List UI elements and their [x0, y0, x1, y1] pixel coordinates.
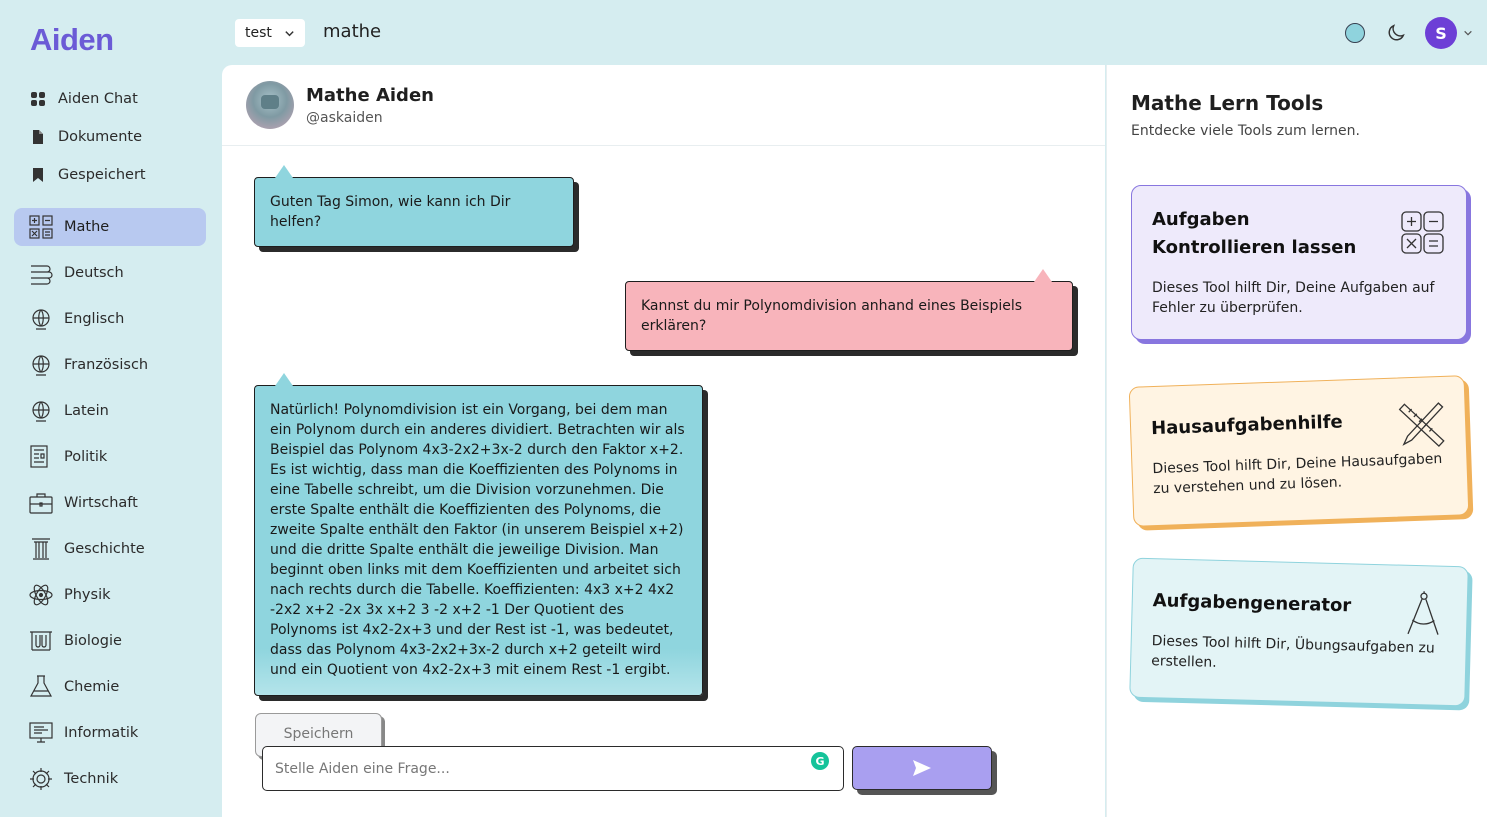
app-logo[interactable]: Aiden — [30, 22, 114, 58]
chat-input-wrapper[interactable]: G — [262, 746, 844, 791]
moon-icon[interactable] — [1385, 22, 1407, 44]
card-title: Aufgabengenerator — [1152, 590, 1352, 617]
compass-icon — [1407, 591, 1439, 635]
lab-icon — [30, 631, 52, 651]
user-avatar[interactable]: S — [1425, 17, 1457, 49]
subject-informatik[interactable]: Informatik — [14, 714, 206, 752]
status-indicator[interactable] — [1345, 23, 1365, 43]
subject-mathe[interactable]: Mathe — [14, 208, 206, 246]
tools-panel: Mathe Lern Tools Entdecke viele Tools zu… — [1106, 65, 1487, 817]
card-title: Aufgaben Kontrollieren lassen — [1152, 209, 1357, 258]
subject-label: Englisch — [64, 311, 125, 327]
chat-input[interactable] — [275, 760, 795, 777]
gear-icon — [30, 768, 52, 790]
subject-chemie[interactable]: Chemie — [14, 668, 206, 706]
subject-technik[interactable]: Technik — [14, 760, 206, 798]
briefcase-icon — [29, 493, 53, 514]
chevron-down-icon[interactable] — [1463, 28, 1473, 38]
subject-label: Wirtschaft — [64, 495, 138, 511]
bot-name: Mathe Aiden — [306, 84, 434, 106]
subject-franzoesisch[interactable]: Französisch — [14, 346, 206, 384]
flask-icon — [29, 675, 53, 697]
bot-avatar — [246, 81, 294, 129]
tools-subtitle: Entdecke viele Tools zum lernen. — [1131, 123, 1360, 139]
page-title: mathe — [323, 21, 382, 42]
chat-panel: Mathe Aiden @askaiden Guten Tag Simon, w… — [222, 65, 1105, 817]
tool-card-hausaufgabenhilfe[interactable]: Hausaufgabenhilfe Dieses Tool hilft Dir,… — [1128, 375, 1470, 527]
math-icon — [29, 215, 53, 239]
bookmark-icon — [33, 168, 43, 182]
subject-latein[interactable]: Latein — [14, 392, 206, 430]
column-icon — [32, 538, 50, 560]
nav-dokumente[interactable]: Dokumente — [30, 118, 221, 156]
subject-label: Mathe — [64, 219, 110, 235]
nav-gespeichert[interactable]: Gespeichert — [30, 156, 221, 194]
nav-label: Aiden Chat — [58, 91, 138, 107]
document-icon — [33, 130, 43, 144]
message-text: Guten Tag Simon, wie kann ich Dir helfen… — [270, 194, 511, 230]
subject-label: Physik — [64, 587, 111, 603]
subject-wirtschaft[interactable]: Wirtschaft — [14, 484, 206, 522]
tool-card-aufgabengenerator[interactable]: Aufgabengenerator Dieses Tool hilft Dir,… — [1129, 557, 1469, 707]
tools-title: Mathe Lern Tools — [1131, 91, 1324, 115]
subject-label: Politik — [64, 449, 108, 465]
atom-icon — [29, 584, 53, 606]
card-desc: Dieses Tool hilft Dir, Deine Aufgaben au… — [1152, 280, 1435, 316]
tool-card-kontrollieren[interactable]: Aufgaben Kontrollieren lassen Dieses Too… — [1131, 185, 1467, 340]
workspace-label: test — [245, 25, 272, 41]
message-text: Natürlich! Polynomdivision ist ein Vorga… — [270, 402, 685, 678]
subject-label: Latein — [64, 403, 109, 419]
subject-physik[interactable]: Physik — [14, 576, 206, 614]
subject-label: Deutsch — [64, 265, 124, 281]
subject-politik[interactable]: Politik — [14, 438, 206, 476]
card-desc: Dieses Tool hilft Dir, Übungsaufgaben zu… — [1150, 633, 1435, 671]
subject-label: Französisch — [64, 357, 149, 373]
calculator-icon — [1401, 211, 1444, 254]
message-text: Kannst du mir Polynomdivision anhand ein… — [641, 298, 1023, 334]
ai-message: Natürlich! Polynomdivision ist ein Vorga… — [254, 373, 703, 696]
card-desc: Dieses Tool hilft Dir, Deine Hausaufgabe… — [1152, 451, 1443, 498]
globe-icon — [32, 355, 50, 376]
subject-label: Chemie — [64, 679, 120, 695]
card-title: Hausaufgabenhilfe — [1150, 411, 1344, 440]
workspace-select[interactable]: test — [235, 19, 305, 47]
ai-message: Guten Tag Simon, wie kann ich Dir helfen… — [254, 165, 574, 247]
globe-icon — [32, 309, 50, 330]
chevron-down-icon — [285, 30, 294, 36]
subject-label: Geschichte — [64, 541, 145, 557]
monitor-icon — [29, 722, 53, 743]
nav-label: Gespeichert — [58, 167, 146, 183]
subject-geschichte[interactable]: Geschichte — [14, 530, 206, 568]
subject-deutsch[interactable]: Deutsch — [14, 254, 206, 292]
nav-aiden-chat[interactable]: Aiden Chat — [30, 80, 221, 118]
globe-icon — [32, 401, 50, 422]
subject-englisch[interactable]: Englisch — [14, 300, 206, 338]
send-icon — [913, 760, 931, 776]
book-icon — [31, 265, 53, 285]
subject-label: Biologie — [64, 633, 122, 649]
subject-label: Technik — [64, 771, 119, 787]
ruler-pencil-icon — [1398, 402, 1445, 448]
subject-label: Informatik — [64, 725, 139, 741]
send-button[interactable] — [852, 746, 992, 790]
grid-icon — [31, 92, 45, 106]
bot-handle: @askaiden — [306, 109, 383, 126]
grammarly-icon[interactable]: G — [811, 752, 829, 770]
sidebar: Aiden Chat Dokumente Gespeichert Mathe D… — [0, 80, 221, 806]
newspaper-icon — [30, 445, 48, 468]
chat-header: Mathe Aiden @askaiden — [222, 65, 1105, 146]
nav-label: Dokumente — [58, 129, 143, 145]
subject-biologie[interactable]: Biologie — [14, 622, 206, 660]
user-message: Kannst du mir Polynomdivision anhand ein… — [625, 269, 1073, 351]
